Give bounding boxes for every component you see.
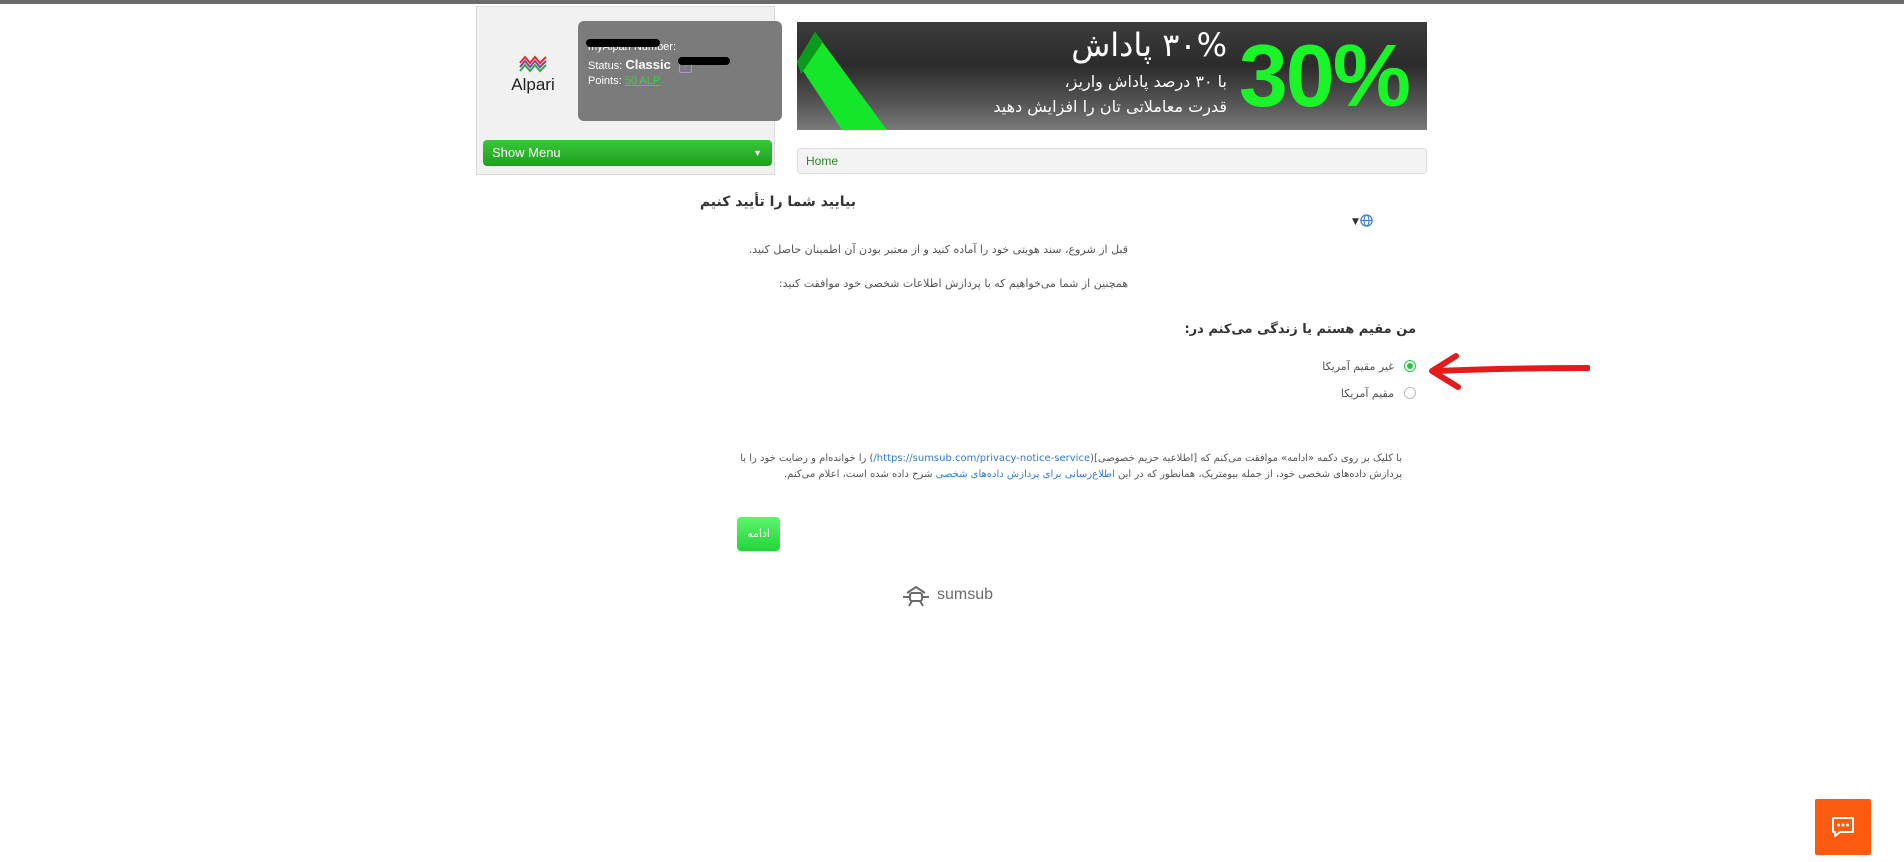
alpari-logo-icon xyxy=(519,55,547,73)
alpari-logo[interactable]: Alpari xyxy=(493,53,573,113)
banner-title: ۳۰% پاداش xyxy=(1071,26,1227,64)
sumsub-brand-text: sumsub xyxy=(937,586,994,603)
radio-label-non-us: غیر مقیم آمریکا xyxy=(1322,359,1394,373)
radio-label-us: مقیم آمریکا xyxy=(1340,386,1394,400)
consent-text-part-3: شرح داده شده است، اعلام می‌کنم. xyxy=(784,469,936,480)
status-label: Status: xyxy=(588,60,623,72)
banner-percent: 30% xyxy=(1238,26,1411,125)
logo-text: Alpari xyxy=(511,75,555,94)
residence-question: من مقیم هستم یا زندگی می‌کنم در: xyxy=(1184,322,1416,337)
caret-down-icon: ▼ xyxy=(1352,217,1359,227)
status-value: Classic xyxy=(625,57,671,72)
points-label: Points: xyxy=(588,75,622,87)
chat-icon xyxy=(1832,817,1854,837)
points-value-link[interactable]: 50 ALP xyxy=(625,75,660,87)
red-arrow-annotation xyxy=(1429,353,1590,390)
top-border xyxy=(0,0,1904,4)
promo-banner[interactable]: 30% ۳۰% پاداش با ۳۰ درصد پاداش واریز، قد… xyxy=(797,22,1427,130)
points-row: Points: 50 ALP xyxy=(588,73,782,90)
radio-option-non-us[interactable]: غیر مقیم آمریکا xyxy=(1322,358,1416,374)
redacted-number xyxy=(678,57,730,65)
green-arrow-graphic xyxy=(797,32,887,130)
radio-option-us[interactable]: مقیم آمریکا xyxy=(1341,385,1416,401)
privacy-notice-link[interactable]: https://sumsub.com/privacy-notice-servic… xyxy=(873,453,1090,464)
banner-line-2: قدرت معاملاتی تان را افزایش دهید xyxy=(993,97,1227,116)
breadcrumb-home-link[interactable]: Home xyxy=(806,154,838,168)
account-panel: Alpari myAlpari Number: Status: Classic?… xyxy=(476,6,782,175)
page-title: بیایید شما را تأیید کنیم xyxy=(699,194,856,210)
banner-line-1: با ۳۰ درصد پاداش واریز، xyxy=(1064,72,1227,91)
radio-button-us[interactable] xyxy=(1404,387,1416,399)
redacted-name xyxy=(586,39,660,47)
consent-text-part-1: با کلیک بر روی دکمه «ادامه» موافقت می‌کن… xyxy=(1090,453,1402,464)
chevron-down-icon: ▼ xyxy=(753,148,762,158)
show-menu-label: Show Menu xyxy=(492,145,561,160)
radio-button-non-us[interactable] xyxy=(1404,360,1416,372)
globe-icon xyxy=(1360,214,1373,227)
continue-button[interactable]: ادامه xyxy=(737,517,780,551)
consent-text: با کلیک بر روی دکمه «ادامه» موافقت می‌کن… xyxy=(737,451,1402,483)
data-processing-notice-link[interactable]: اطلاع‌رسانی برای پردازش داده‌های شخصی xyxy=(936,469,1115,480)
breadcrumb: Home xyxy=(797,148,1427,174)
sumsub-icon xyxy=(903,585,929,607)
account-info-card: myAlpari Number: Status: Classic? Points… xyxy=(578,21,782,121)
intro-text-2: همچنین از شما می‌خواهیم که با پردازش اطل… xyxy=(778,277,1128,290)
show-menu-button[interactable]: Show Menu ▼ xyxy=(483,140,772,166)
chat-button[interactable] xyxy=(1815,799,1871,855)
intro-text-1: قبل از شروع، سند هویتی خود را آماده کنید… xyxy=(748,243,1128,256)
language-switcher[interactable]: ▼ xyxy=(1352,213,1373,227)
sumsub-logo: sumsub xyxy=(901,583,993,607)
